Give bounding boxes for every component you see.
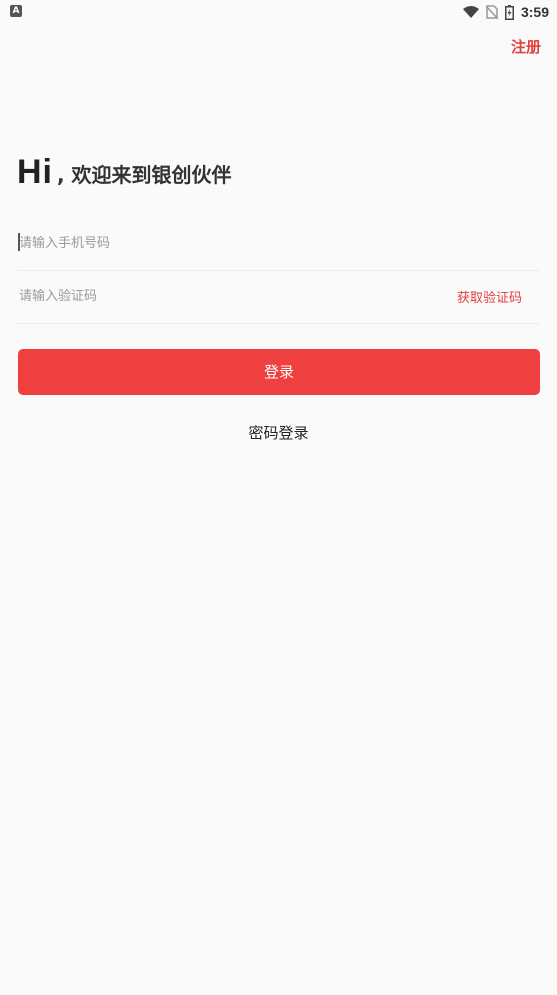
no-sim-icon <box>485 5 498 19</box>
greeting-welcome-text: , 欢迎来到银创伙伴 <box>57 163 232 187</box>
password-login-link[interactable]: 密码登录 <box>0 422 557 443</box>
status-bar: A 3:59 <box>0 0 557 24</box>
phone-input[interactable] <box>18 218 419 268</box>
verification-code-input[interactable] <box>18 271 419 321</box>
greeting-heading: Hi , 欢迎来到银创伙伴 <box>17 152 232 192</box>
battery-icon <box>504 4 514 20</box>
status-time: 3:59 <box>520 4 549 20</box>
status-indicators: 3:59 <box>462 2 549 22</box>
verification-code-field: 获取验证码 <box>18 271 540 324</box>
greeting-hi: Hi <box>17 153 53 191</box>
wifi-icon <box>462 6 479 18</box>
text-cursor <box>18 233 20 251</box>
get-code-button[interactable]: 获取验证码 <box>457 287 522 306</box>
login-button[interactable]: 登录 <box>18 349 540 395</box>
phone-field <box>18 218 540 271</box>
app-notification-icon: A <box>10 5 22 17</box>
register-link[interactable]: 注册 <box>511 36 541 57</box>
